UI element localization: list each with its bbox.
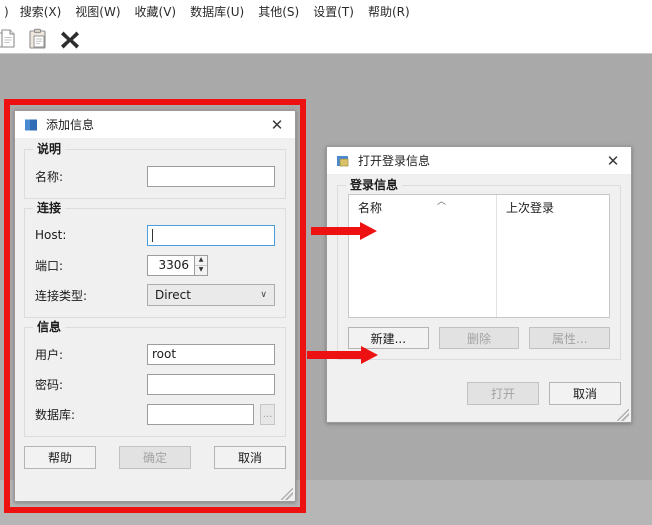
- add-dialog-footer: 帮助 确定 取消: [24, 446, 286, 469]
- info-group-label: 信息: [33, 320, 66, 334]
- add-dialog-title-bar[interactable]: 添加信息 ✕: [15, 111, 295, 139]
- database-input[interactable]: [147, 403, 255, 425]
- menu-item-search[interactable]: 搜索(X): [13, 2, 69, 22]
- menu-bar: ) 搜索(X) 视图(W) 收藏(V) 数据库(U) 其他(S) 设置(T) 帮…: [0, 0, 652, 24]
- column-header-name[interactable]: 名称 ︿: [349, 195, 497, 219]
- close-icon[interactable]: ✕: [259, 111, 295, 139]
- spin-down-icon[interactable]: ▼: [195, 266, 207, 275]
- menu-item-database[interactable]: 数据库(U): [183, 2, 251, 22]
- name-label: 名称:: [35, 169, 64, 184]
- info-group: 信息 用户: root 密码: 数据库: ...: [24, 320, 286, 437]
- cancel-button-2[interactable]: 取消: [549, 382, 621, 405]
- resize-grip[interactable]: [281, 488, 293, 500]
- login-info-list[interactable]: 名称 ︿ 上次登录: [348, 194, 610, 318]
- arrow-head-2: [361, 346, 378, 364]
- port-spin-buttons[interactable]: ▲ ▼: [195, 254, 208, 276]
- port-row: 端口: 3306 ▲ ▼: [35, 253, 275, 277]
- arrow-head: [360, 222, 377, 240]
- ok-button: 确定: [119, 446, 191, 469]
- copy-icon[interactable]: [0, 27, 18, 51]
- sort-ascending-icon: ︿: [437, 197, 447, 207]
- spin-up-icon[interactable]: ▲: [195, 256, 207, 266]
- column-header-last-login-label: 上次登录: [506, 200, 555, 215]
- open-dialog-footer: 打开 取消: [337, 382, 621, 405]
- login-info-group-label: 登录信息: [346, 178, 403, 192]
- arrow-to-new-button: [307, 346, 379, 364]
- list-body[interactable]: [349, 219, 609, 317]
- database-label: 数据库:: [35, 407, 76, 422]
- help-button[interactable]: 帮助: [24, 446, 96, 469]
- login-info-group: 登录信息 名称 ︿ 上次登录 新建... 删除 属性...: [337, 178, 621, 360]
- open-dialog-body: 登录信息 名称 ︿ 上次登录 新建... 删除 属性... 打开 取消: [327, 175, 631, 413]
- app-window-icon-2: [337, 155, 349, 166]
- list-header: 名称 ︿ 上次登录: [349, 195, 609, 219]
- close-icon-2[interactable]: ✕: [595, 147, 631, 175]
- password-row: 密码:: [35, 372, 275, 396]
- user-label: 用户:: [35, 347, 64, 362]
- port-stepper[interactable]: 3306 ▲ ▼: [147, 254, 208, 276]
- conn-type-row: 连接类型: Direct ∨: [35, 283, 275, 307]
- arrow-shaft-2: [307, 351, 362, 359]
- database-browse-button[interactable]: ...: [260, 403, 275, 425]
- delete-x-icon[interactable]: [58, 27, 82, 51]
- menu-item-other[interactable]: 其他(S): [251, 2, 306, 22]
- menu-item-settings[interactable]: 设置(T): [306, 2, 361, 22]
- resize-grip-2[interactable]: [617, 409, 629, 421]
- password-input[interactable]: [147, 373, 275, 395]
- open-dialog-title-bar[interactable]: 打开登录信息 ✕: [327, 147, 631, 175]
- add-dialog-body: 说明 名称: 连接 Host: 端口: 3306 ▲ ▼ 连接类型: Direc…: [15, 139, 295, 477]
- host-input[interactable]: [147, 224, 275, 246]
- user-input[interactable]: root: [147, 343, 275, 365]
- add-info-dialog: 添加信息 ✕ 说明 名称: 连接 Host: 端口: 3306 ▲ ▼ 连接类型…: [14, 110, 296, 502]
- database-row: 数据库: ...: [35, 402, 275, 426]
- menu-item-help[interactable]: 帮助(R): [361, 2, 417, 22]
- name-row: 名称:: [35, 164, 275, 188]
- conn-type-label: 连接类型:: [35, 288, 88, 303]
- password-label: 密码:: [35, 377, 64, 392]
- text-caret: [152, 228, 153, 242]
- properties-button: 属性...: [529, 327, 611, 349]
- arrow-to-list: [311, 222, 377, 240]
- toolbar: [0, 24, 652, 54]
- port-label: 端口:: [35, 258, 64, 273]
- name-input[interactable]: [147, 165, 275, 187]
- open-button: 打开: [467, 382, 539, 405]
- column-header-name-label: 名称: [358, 200, 383, 215]
- column-header-last-login[interactable]: 上次登录: [497, 195, 609, 219]
- cancel-button[interactable]: 取消: [214, 446, 286, 469]
- port-input[interactable]: 3306: [147, 254, 195, 276]
- arrow-shaft: [311, 227, 361, 235]
- list-column-last-login: [497, 219, 609, 317]
- description-group-label: 说明: [33, 142, 66, 156]
- paste-icon[interactable]: [26, 27, 50, 51]
- conn-type-value: Direct: [155, 288, 191, 302]
- connection-group: 连接 Host: 端口: 3306 ▲ ▼ 连接类型: Direct ∨: [24, 201, 286, 318]
- add-dialog-title: 添加信息: [46, 117, 95, 132]
- host-label: Host:: [35, 228, 67, 242]
- chevron-down-icon: ∨: [260, 290, 267, 300]
- description-group: 说明 名称:: [24, 142, 286, 199]
- app-window-icon: [25, 119, 37, 130]
- delete-button: 删除: [438, 327, 520, 349]
- connection-group-label: 连接: [33, 201, 66, 215]
- host-row: Host:: [35, 223, 275, 247]
- conn-type-select[interactable]: Direct ∨: [147, 284, 275, 306]
- open-dialog-title: 打开登录信息: [358, 153, 431, 168]
- menu-item-favorites[interactable]: 收藏(V): [128, 2, 184, 22]
- menu-item-view[interactable]: 视图(W): [68, 2, 127, 22]
- list-action-buttons: 新建... 删除 属性...: [348, 327, 611, 349]
- user-row: 用户: root: [35, 342, 275, 366]
- menu-item-0[interactable]: ): [2, 2, 13, 22]
- open-login-info-dialog: 打开登录信息 ✕ 登录信息 名称 ︿ 上次登录 新建... 删除 属性... 打…: [326, 146, 632, 423]
